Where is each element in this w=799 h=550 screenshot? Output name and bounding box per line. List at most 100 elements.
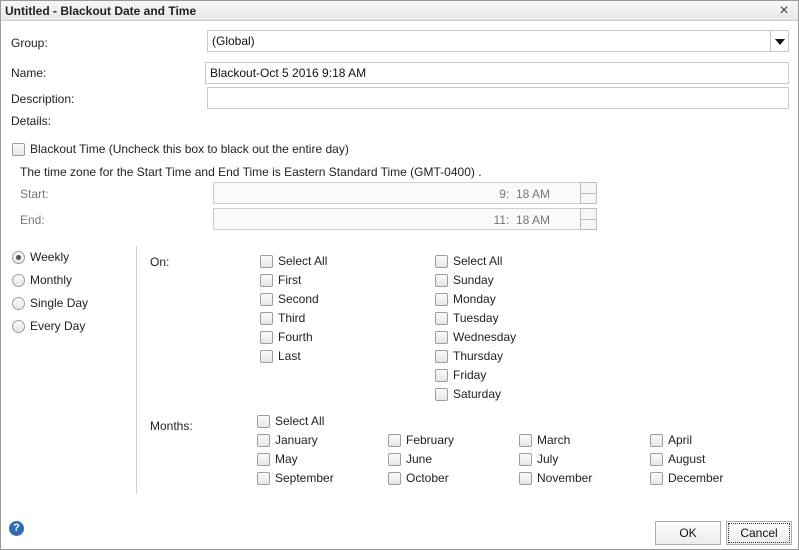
radio-single-day-label: Single Day	[30, 296, 89, 310]
month-april-checkbox[interactable]	[650, 434, 663, 447]
group-label: Group:	[11, 36, 48, 50]
end-minute: 18	[515, 213, 530, 227]
details-label: Details:	[11, 114, 52, 128]
start-ampm: AM	[532, 187, 550, 201]
month-may-label: May	[275, 452, 298, 466]
month-may-checkbox[interactable]	[257, 453, 270, 466]
ordinal-first-label: First	[278, 273, 302, 287]
timezone-note: The time zone for the Start Time and End…	[20, 165, 482, 179]
start-hour: 9	[499, 187, 506, 201]
start-minute: 18	[515, 187, 530, 201]
month-august-label: August	[668, 452, 706, 466]
radio-weekly-label: Weekly	[30, 250, 70, 264]
radio-weekly[interactable]	[12, 251, 25, 264]
start-time-spinner[interactable]	[580, 182, 597, 204]
group-select[interactable]: (Global)	[207, 30, 789, 52]
ordinal-first-checkbox[interactable]	[260, 274, 273, 287]
day-wednesday-label: Wednesday	[453, 330, 517, 344]
month-june-checkbox[interactable]	[388, 453, 401, 466]
month-april-label: April	[668, 433, 693, 447]
ok-button[interactable]: OK	[655, 521, 721, 545]
ordinal-last-checkbox[interactable]	[260, 350, 273, 363]
day-tuesday-label: Tuesday	[453, 311, 499, 325]
ordinal-third-checkbox[interactable]	[260, 312, 273, 325]
ordinal-fourth-checkbox[interactable]	[260, 331, 273, 344]
months-label: Months:	[150, 419, 193, 433]
month-december-checkbox[interactable]	[650, 472, 663, 485]
on-label: On:	[150, 255, 170, 269]
ordinal-last-label: Last	[278, 349, 301, 363]
month-january-label: January	[275, 433, 318, 447]
cancel-button[interactable]: Cancel	[726, 521, 792, 545]
description-label: Description:	[11, 92, 75, 106]
day-select-all-label: Select All	[453, 254, 503, 268]
blackout-time-label: Blackout Time (Uncheck this box to black…	[30, 142, 349, 156]
day-thursday-checkbox[interactable]	[435, 350, 448, 363]
day-monday-label: Monday	[453, 292, 496, 306]
month-october-label: October	[406, 471, 449, 485]
ordinal-fourth-label: Fourth	[278, 330, 313, 344]
ordinal-select-all-label: Select All	[278, 254, 328, 268]
month-september-label: September	[275, 471, 334, 485]
day-sunday-checkbox[interactable]	[435, 274, 448, 287]
months-select-all-checkbox[interactable]	[257, 415, 270, 428]
end-time-value: 11: 18 AM	[493, 213, 550, 227]
ordinal-select-all-checkbox[interactable]	[260, 255, 273, 268]
month-march-checkbox[interactable]	[519, 434, 532, 447]
month-october-checkbox[interactable]	[388, 472, 401, 485]
month-december-label: December	[668, 471, 724, 485]
month-november-checkbox[interactable]	[519, 472, 532, 485]
blackout-time-checkbox[interactable]	[12, 143, 25, 156]
close-icon[interactable]: ×	[776, 2, 792, 20]
day-saturday-label: Saturday	[453, 387, 502, 401]
end-hour: 11	[493, 213, 506, 227]
day-sunday-label: Sunday	[453, 273, 494, 287]
start-time-value: 9: 18 AM	[499, 187, 550, 201]
ordinal-second-label: Second	[278, 292, 319, 306]
blackout-dialog: Untitled - Blackout Date and Time × Grou…	[0, 0, 799, 550]
group-select-value: (Global)	[212, 34, 255, 48]
start-label: Start:	[20, 187, 49, 201]
months-select-all-label: Select All	[275, 414, 325, 428]
month-july-checkbox[interactable]	[519, 453, 532, 466]
day-saturday-checkbox[interactable]	[435, 388, 448, 401]
month-november-label: November	[537, 471, 593, 485]
month-july-label: July	[537, 452, 559, 466]
end-label: End:	[20, 213, 45, 227]
month-march-label: March	[537, 433, 571, 447]
start-colon: :	[505, 187, 510, 201]
end-time-input[interactable]: 11: 18 AM	[213, 208, 597, 230]
radio-every-day[interactable]	[12, 320, 25, 333]
end-colon: :	[505, 213, 510, 227]
radio-every-day-label: Every Day	[30, 319, 86, 333]
window-title: Untitled - Blackout Date and Time	[5, 4, 197, 18]
section-divider	[136, 246, 137, 494]
title-bar: Untitled - Blackout Date and Time ×	[1, 1, 798, 21]
day-friday-checkbox[interactable]	[435, 369, 448, 382]
name-label: Name:	[11, 66, 47, 80]
description-input[interactable]	[207, 87, 789, 109]
radio-single-day[interactable]	[12, 297, 25, 310]
radio-monthly-label: Monthly	[30, 273, 73, 287]
day-friday-label: Friday	[453, 368, 487, 382]
help-icon[interactable]: ?	[9, 521, 24, 536]
day-wednesday-checkbox[interactable]	[435, 331, 448, 344]
day-tuesday-checkbox[interactable]	[435, 312, 448, 325]
end-ampm: AM	[532, 213, 550, 227]
start-time-input[interactable]: 9: 18 AM	[213, 182, 597, 204]
chevron-down-icon[interactable]	[770, 31, 788, 51]
radio-monthly[interactable]	[12, 274, 25, 287]
ordinal-second-checkbox[interactable]	[260, 293, 273, 306]
end-time-spinner[interactable]	[580, 208, 597, 230]
month-february-checkbox[interactable]	[388, 434, 401, 447]
day-monday-checkbox[interactable]	[435, 293, 448, 306]
month-september-checkbox[interactable]	[257, 472, 270, 485]
month-august-checkbox[interactable]	[650, 453, 663, 466]
day-select-all-checkbox[interactable]	[435, 255, 448, 268]
month-january-checkbox[interactable]	[257, 434, 270, 447]
day-thursday-label: Thursday	[453, 349, 504, 363]
month-june-label: June	[406, 452, 433, 466]
ordinal-third-label: Third	[278, 311, 306, 325]
name-input[interactable]: Blackout-Oct 5 2016 9:18 AM	[205, 62, 789, 84]
month-february-label: February	[406, 433, 455, 447]
